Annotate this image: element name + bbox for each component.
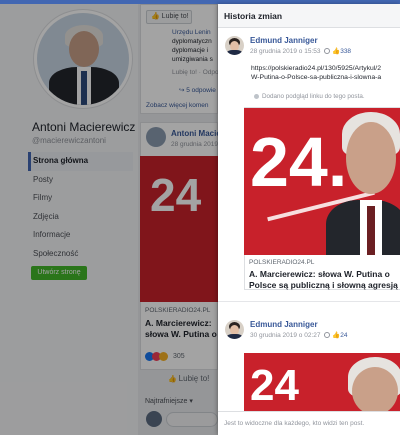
edit-history-dialog: Historia zmian Edmund Janniger 28 grudni… xyxy=(218,4,400,435)
edit-date[interactable]: 28 grudnia 2019 o 15:53 xyxy=(250,48,320,55)
edit-note-text: Dodano podgląd linku do tego posta. xyxy=(262,93,365,100)
thumbs-up-icon: 👍 xyxy=(332,332,341,339)
link-preview-image[interactable]: 24 xyxy=(244,353,400,411)
url-line: W-Putina-o-Polsce-sa-publiczna-i-slowna-… xyxy=(251,74,382,81)
link-domain: POLSKIERADIO24.PL xyxy=(249,259,315,266)
editor-avatar[interactable] xyxy=(225,36,244,55)
post-url-text[interactable]: https://polskieradio24.pl/130/5925/Artyk… xyxy=(251,64,400,82)
edit-note: Dodano podgląd linku do tego posta. xyxy=(254,93,365,100)
link-preview-image[interactable]: 24. xyxy=(244,108,400,255)
dialog-header: Historia zmian xyxy=(218,4,400,28)
edit-date[interactable]: 30 grudnia 2019 o 02:27 xyxy=(250,332,320,339)
link-title[interactable]: A. Marcierewicz: słowa W. Putina o Polsc… xyxy=(249,269,400,291)
dialog-footer: Jest to widoczne dla każdego, kto widzi … xyxy=(218,411,400,435)
editor-avatar[interactable] xyxy=(225,320,244,339)
radio24-logo-icon: 24 xyxy=(250,361,299,410)
editor-name[interactable]: Edmund Janniger xyxy=(250,36,318,45)
radio24-logo-icon: 24. xyxy=(250,123,348,201)
thumbs-up-icon: 👍 xyxy=(332,48,341,55)
globe-icon xyxy=(324,332,331,339)
visibility-note: Jest to widoczne dla każdego, kto widzi … xyxy=(224,420,365,427)
edit-meta: 28 grudnia 2019 o 15:53 👍338 xyxy=(250,47,351,55)
entry-divider xyxy=(218,301,400,302)
editor-name[interactable]: Edmund Janniger xyxy=(250,320,318,329)
edit-bullet-icon xyxy=(254,93,259,99)
url-line: https://polskieradio24.pl/130/5925/Artyk… xyxy=(251,65,381,72)
dialog-title: Historia zmian xyxy=(224,11,283,21)
edit-likes[interactable]: 338 xyxy=(340,48,351,55)
edit-meta: 30 grudnia 2019 o 02:27 👍24 xyxy=(250,331,347,339)
edit-likes[interactable]: 24 xyxy=(340,332,347,339)
globe-icon xyxy=(324,48,331,55)
